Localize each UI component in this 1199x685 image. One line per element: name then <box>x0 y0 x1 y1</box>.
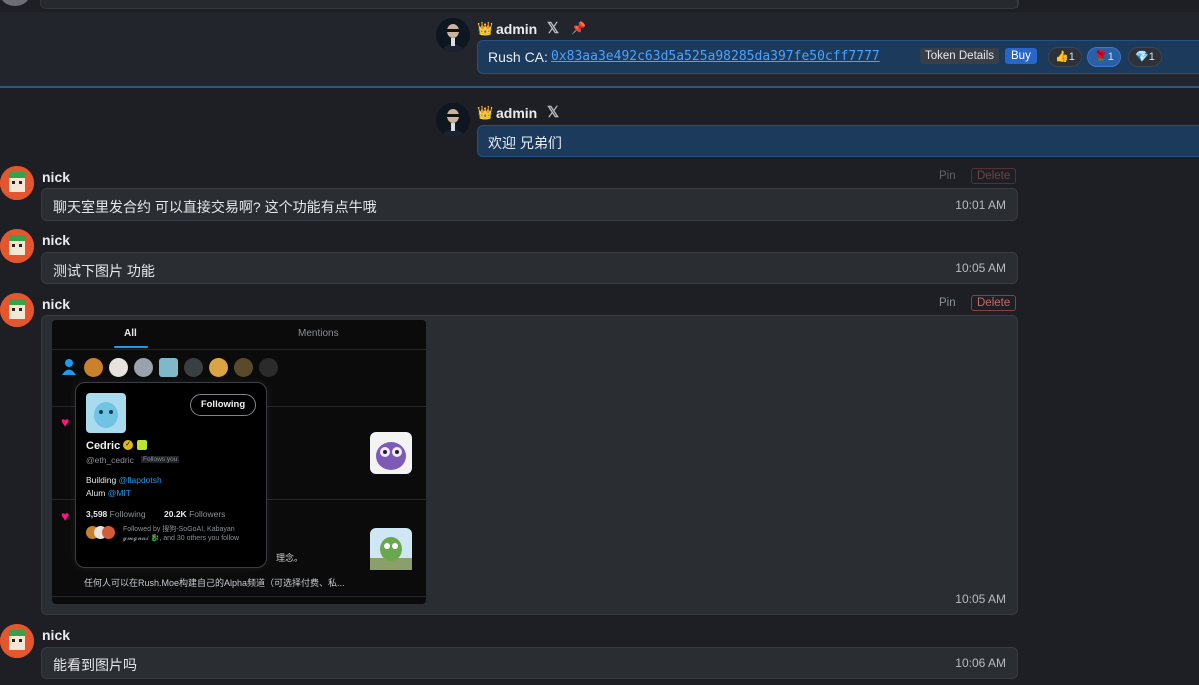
contract-address-link[interactable]: 0x83aa3e492c63d5a525a98285da397fe50cff77… <box>551 49 880 64</box>
heart-icon: ♥ <box>61 414 70 430</box>
followed-by-avatars <box>86 526 118 540</box>
author-name[interactable]: nick <box>42 627 70 643</box>
count-label: Followers <box>189 509 226 519</box>
message-time: 10:06 AM <box>955 656 1006 670</box>
message-bubble: 聊天室里发合约 可以直接交易啊? 这个功能有点牛哦 10:01 AM <box>41 188 1018 221</box>
pin-button[interactable]: Pin <box>939 297 956 309</box>
tweet-text: 任何人可以在Rush.Moe构建自己的Alpha频道（可选择付费、私... <box>84 578 345 588</box>
profile-handle: @eth_cedric <box>86 455 134 465</box>
bio-mention-link: @flapdotsh <box>118 475 162 485</box>
message-time: 10:05 AM <box>955 592 1006 606</box>
owl-image <box>370 528 412 570</box>
delete-button[interactable]: Delete <box>971 295 1017 311</box>
pin-icon: 📌 <box>571 21 586 35</box>
divider <box>1017 0 1018 8</box>
crown-icon: 👑 <box>477 21 494 36</box>
nick-avatar[interactable] <box>0 229 34 263</box>
count-value: 20.2K <box>164 509 187 519</box>
avatar <box>134 358 153 377</box>
nick-avatar[interactable] <box>0 624 34 658</box>
affiliate-badge-icon <box>137 440 147 450</box>
message-time: 10:05 AM <box>955 261 1006 275</box>
divider <box>52 349 426 350</box>
author-name[interactable]: nick <box>42 232 70 248</box>
welcome-message-bubble: 欢迎 兄弟们 <box>477 125 1199 157</box>
author-name[interactable]: admin <box>496 105 537 121</box>
profile-hover-card: Following Cedric ✓ @eth_cedric Follows y… <box>75 382 267 568</box>
owl-image <box>370 432 412 474</box>
count-label: Following <box>109 509 146 519</box>
x-logo-icon[interactable]: 𝕏 <box>547 103 559 121</box>
admin-avatar[interactable] <box>436 103 470 137</box>
reaction-diamond[interactable]: 💎1 <box>1128 47 1162 67</box>
active-tab-indicator <box>114 346 148 348</box>
avatar <box>184 358 203 377</box>
buy-button[interactable]: Buy <box>1005 48 1037 64</box>
reaction-count: 1 <box>1148 51 1155 63</box>
tweet-text-fragment: 理念。 <box>276 553 304 563</box>
following-button: Following <box>190 394 256 416</box>
bio-mention-link: @MIT <box>107 488 131 498</box>
attached-image[interactable]: All Mentions ♥ ♥ 理念。 任何人可以在Rush.Moe构建自己的… <box>52 320 426 604</box>
message-text: 聊天室里发合约 可以直接交易啊? 这个功能有点牛哦 <box>53 199 377 215</box>
message-bubble: 能看到图片吗 10:06 AM <box>41 647 1018 679</box>
rose-icon: 🌹 <box>1094 51 1108 63</box>
nick-avatar[interactable] <box>0 293 34 327</box>
avatar <box>259 358 278 377</box>
thumbs-up-icon: 👍 <box>1055 51 1069 63</box>
pinned-divider <box>0 86 1199 88</box>
crown-icon: 👑 <box>477 105 494 120</box>
diamond-icon: 💎 <box>1135 51 1149 63</box>
reaction-count: 1 <box>1107 51 1114 63</box>
avatar <box>84 358 103 377</box>
bio-text: Building <box>86 475 119 485</box>
avatar <box>159 358 178 377</box>
admin-avatar[interactable] <box>436 18 470 52</box>
reaction-count: 1 <box>1068 51 1075 63</box>
reaction-thumbs-up[interactable]: 👍1 <box>1048 47 1082 67</box>
reaction-rose[interactable]: 🌹1 <box>1087 47 1121 67</box>
ca-label: Rush CA: <box>488 49 548 65</box>
followers-count: 20.2K Followers <box>164 509 225 519</box>
heart-icon: ♥ <box>61 508 70 524</box>
avatar <box>234 358 253 377</box>
count-value: 3,598 <box>86 509 108 519</box>
avatar <box>109 358 128 377</box>
profile-name: Cedric <box>86 440 121 452</box>
x-logo-icon[interactable]: 𝕏 <box>547 19 559 37</box>
token-details-button[interactable]: Token Details <box>920 48 1000 64</box>
message-text: 能看到图片吗 <box>53 657 137 673</box>
verified-icon: ✓ <box>123 440 133 450</box>
author-name[interactable]: admin <box>496 21 537 37</box>
author-name[interactable]: nick <box>42 296 70 312</box>
message-text: 测试下图片 功能 <box>53 263 155 279</box>
bio-text: Alum <box>86 488 108 498</box>
followed-by-text: Followed by 搜狗-SoGoAI, Kabayan 𝓰𝓶𝓰𝓷𝓪𝓲 🐉,… <box>123 526 240 542</box>
partial-message-bubble <box>40 0 1019 9</box>
divider <box>52 596 426 597</box>
message-bubble: 测试下图片 功能 10:05 AM <box>41 252 1018 284</box>
profile-bio-line: Building @flapdotsh <box>86 475 162 485</box>
pinned-message-bubble: Rush CA: 0x83aa3e492c63d5a525a98285da397… <box>477 40 1199 74</box>
profile-avatar <box>86 393 126 433</box>
tab-mentions: Mentions <box>298 328 339 339</box>
following-count: 3,598 Following <box>86 509 146 519</box>
pin-button[interactable]: Pin <box>939 170 956 182</box>
delete-button[interactable]: Delete <box>971 168 1017 184</box>
avatar <box>209 358 228 377</box>
message-text: 欢迎 兄弟们 <box>488 135 562 151</box>
person-icon <box>62 359 76 375</box>
nick-avatar[interactable] <box>0 166 34 200</box>
author-name[interactable]: nick <box>42 169 70 185</box>
tab-all: All <box>124 328 137 339</box>
profile-bio-line: Alum @MIT <box>86 488 131 498</box>
message-time: 10:01 AM <box>955 198 1006 212</box>
follows-you-badge: Follows you <box>141 456 180 463</box>
